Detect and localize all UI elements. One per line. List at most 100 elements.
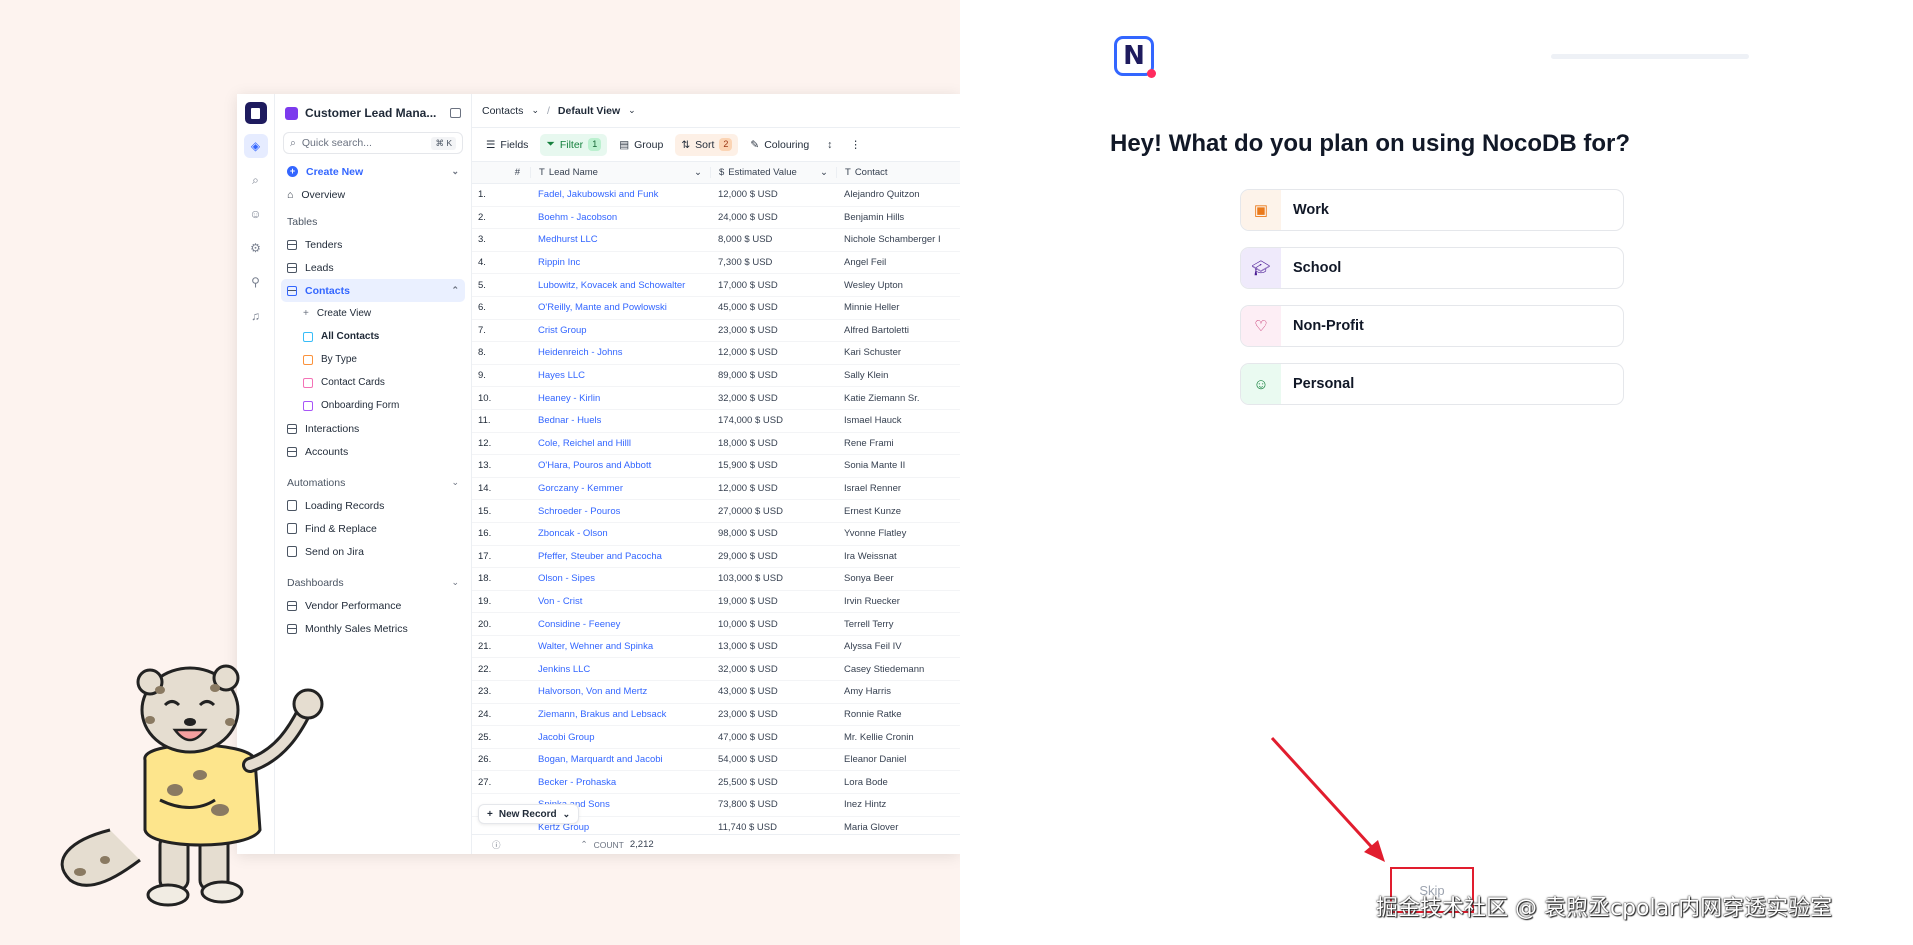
- contact-cell[interactable]: Mr. Kellie Cronin: [836, 732, 960, 743]
- lead-name-cell[interactable]: Considine - Feeney: [530, 619, 710, 630]
- group-button[interactable]: ▤ Group: [613, 134, 669, 156]
- table-row[interactable]: 13. O'Hara, Pouros and Abbott 15,900 $ USD…: [472, 455, 960, 478]
- contact-cell[interactable]: Ernest Kunze: [836, 506, 960, 517]
- contact-cell[interactable]: Irvin Ruecker: [836, 596, 960, 607]
- table-row[interactable]: 3. Medhurst LLC 8,000 $ USD Nichole Schambe…: [472, 229, 960, 252]
- contact-cell[interactable]: Wesley Upton: [836, 280, 960, 291]
- contact-cell[interactable]: Sonia Mante II: [836, 460, 960, 471]
- quick-search-input[interactable]: ⌕ Quick search... ⌘ K: [283, 132, 463, 154]
- estimated-value-cell[interactable]: 23,000 $ USD: [710, 325, 836, 336]
- chevron-down-icon[interactable]: ⌄: [563, 809, 571, 820]
- header-lead-name[interactable]: T Lead Name ⌄: [530, 167, 710, 178]
- lead-name-cell[interactable]: Fadel, Jakubowski and Funk: [530, 189, 710, 200]
- table-row[interactable]: 2. Boehm - Jacobson 24,000 $ USD Benjamin H…: [472, 207, 960, 230]
- chevron-down-icon[interactable]: ⌄: [451, 477, 459, 488]
- sidebar-item-overview[interactable]: ⌂ Overview: [281, 183, 465, 206]
- estimated-value-cell[interactable]: 73,800 $ USD: [710, 799, 836, 810]
- lead-name-cell[interactable]: Becker - Prohaska: [530, 777, 710, 788]
- members-icon[interactable]: ☺: [244, 202, 268, 226]
- view-by-type[interactable]: By Type: [281, 348, 465, 371]
- automation-send-on-jira[interactable]: Send on Jira: [281, 540, 465, 563]
- contact-cell[interactable]: Lora Bode: [836, 777, 960, 788]
- more-options-icon[interactable]: ⋮: [844, 134, 867, 156]
- new-record-button[interactable]: + New Record ⌄: [478, 804, 580, 824]
- create-new-button[interactable]: + Create New ⌄: [281, 160, 465, 183]
- contact-cell[interactable]: Sonya Beer: [836, 573, 960, 584]
- contact-cell[interactable]: Angel Feil: [836, 257, 960, 268]
- bases-icon[interactable]: ◈: [243, 134, 268, 158]
- table-row[interactable]: 24. Ziemann, Brakus and Lebsack 23,000 $ U…: [472, 704, 960, 727]
- lead-name-cell[interactable]: Walter, Wehner and Spinka: [530, 641, 710, 652]
- search-icon[interactable]: ⌕: [244, 168, 268, 192]
- estimated-value-cell[interactable]: 12,000 $ USD: [710, 483, 836, 494]
- lead-name-cell[interactable]: Heidenreich - Johns: [530, 347, 710, 358]
- sidebar-item-tenders[interactable]: Tenders: [281, 233, 465, 256]
- table-row[interactable]: 6. O'Reilly, Mante and Powlowski 45,000 $ …: [472, 297, 960, 320]
- contact-cell[interactable]: Rene Frami: [836, 438, 960, 449]
- table-row[interactable]: 18. Olson - Sipes 103,000 $ USD Sonya Beer: [472, 568, 960, 591]
- automations-section-title[interactable]: Automations ⌄: [281, 471, 465, 494]
- table-row[interactable]: 4. Rippin Inc 7,300 $ USD Angel Feil: [472, 252, 960, 275]
- contact-cell[interactable]: Alfred Bartoletti: [836, 325, 960, 336]
- contact-cell[interactable]: Ronnie Ratke: [836, 709, 960, 720]
- lead-name-cell[interactable]: Lubowitz, Kovacek and Schowalter: [530, 280, 710, 291]
- table-row[interactable]: 27. Becker - Prohaska 25,500 $ USD Lora Bod…: [472, 771, 960, 795]
- estimated-value-cell[interactable]: 12,000 $ USD: [710, 347, 836, 358]
- option-non-profit-button[interactable]: ♡ Non-Profit: [1240, 305, 1624, 347]
- view-all-contacts[interactable]: All Contacts: [281, 325, 465, 348]
- contact-cell[interactable]: Katie Ziemann Sr.: [836, 393, 960, 404]
- estimated-value-cell[interactable]: 43,000 $ USD: [710, 686, 836, 697]
- table-row[interactable]: 1. Fadel, Jakubowski and Funk 12,000 $ USD…: [472, 184, 960, 207]
- sidebar-collapse-icon[interactable]: [450, 108, 461, 118]
- estimated-value-cell[interactable]: 19,000 $ USD: [710, 596, 836, 607]
- lead-name-cell[interactable]: Boehm - Jacobson: [530, 212, 710, 223]
- view-onboarding-form[interactable]: Onboarding Form: [281, 394, 465, 417]
- lead-name-cell[interactable]: Bogan, Marquardt and Jacobi: [530, 754, 710, 765]
- contact-cell[interactable]: Nichole Schamberger I: [836, 234, 960, 245]
- lead-name-cell[interactable]: Cole, Reichel and Hilll: [530, 438, 710, 449]
- automation-find-replace[interactable]: Find & Replace: [281, 517, 465, 540]
- contact-cell[interactable]: Alyssa Feil IV: [836, 641, 960, 652]
- chevron-down-icon[interactable]: ⌄: [820, 167, 828, 178]
- dashboard-vendor-performance[interactable]: Vendor Performance: [281, 594, 465, 617]
- dashboards-section-title[interactable]: Dashboards ⌄: [281, 571, 465, 594]
- automation-loading-records[interactable]: Loading Records: [281, 494, 465, 517]
- lead-name-cell[interactable]: Ziemann, Brakus and Lebsack: [530, 709, 710, 720]
- contact-cell[interactable]: Alejandro Quitzon: [836, 189, 960, 200]
- table-row[interactable]: 10. Heaney - Kirlin 32,000 $ USD Katie Ziem…: [472, 387, 960, 410]
- estimated-value-cell[interactable]: 24,000 $ USD: [710, 212, 836, 223]
- contact-cell[interactable]: Minnie Heller: [836, 302, 960, 313]
- filter-button[interactable]: ⏷ Filter 1: [540, 133, 608, 156]
- lead-name-cell[interactable]: Zboncak - Olson: [530, 528, 710, 539]
- estimated-value-cell[interactable]: 23,000 $ USD: [710, 709, 836, 720]
- table-row[interactable]: 15. Schroeder - Pouros 27,0000 $ USD Ernest…: [472, 500, 960, 523]
- lead-name-cell[interactable]: O'Hara, Pouros and Abbott: [530, 460, 710, 471]
- chevron-down-icon[interactable]: ⌄: [451, 166, 459, 177]
- lead-name-cell[interactable]: Medhurst LLC: [530, 234, 710, 245]
- lead-name-cell[interactable]: Pfeffer, Steuber and Pacocha: [530, 551, 710, 562]
- notification-bell-icon[interactable]: ♫: [244, 304, 268, 328]
- table-row[interactable]: 22. Jenkins LLC 32,000 $ USD Casey Stiedema…: [472, 658, 960, 682]
- contact-cell[interactable]: Maria Glover: [836, 822, 960, 833]
- colouring-button[interactable]: ✎ Colouring: [744, 134, 815, 156]
- estimated-value-cell[interactable]: 174,000 $ USD: [710, 415, 836, 426]
- contact-cell[interactable]: Amy Harris: [836, 686, 960, 697]
- contact-cell[interactable]: Israel Renner: [836, 483, 960, 494]
- contact-cell[interactable]: Eleanor Daniel: [836, 754, 960, 765]
- sidebar-item-leads[interactable]: Leads: [281, 256, 465, 279]
- estimated-value-cell[interactable]: 54,000 $ USD: [710, 754, 836, 765]
- breadcrumb-view[interactable]: Default View: [558, 105, 620, 117]
- lead-name-cell[interactable]: Hayes LLC: [530, 370, 710, 381]
- contact-cell[interactable]: Yvonne Flatley: [836, 528, 960, 539]
- option-work-button[interactable]: ▣ Work: [1240, 189, 1624, 231]
- lead-name-cell[interactable]: Heaney - Kirlin: [530, 393, 710, 404]
- table-row[interactable]: 11. Bednar - Huels 174,000 $ USD Ismael Hau…: [472, 410, 960, 433]
- estimated-value-cell[interactable]: 29,000 $ USD: [710, 551, 836, 562]
- estimated-value-cell[interactable]: 18,000 $ USD: [710, 438, 836, 449]
- lead-name-cell[interactable]: O'Reilly, Mante and Powlowski: [530, 302, 710, 313]
- estimated-value-cell[interactable]: 13,000 $ USD: [710, 641, 836, 652]
- chevron-up-icon[interactable]: ⌃: [581, 839, 588, 850]
- table-row[interactable]: 9. Hayes LLC 89,000 $ USD Sally Klein: [472, 365, 960, 388]
- estimated-value-cell[interactable]: 11,740 $ USD: [710, 822, 836, 833]
- table-row[interactable]: 17. Pfeffer, Steuber and Pacocha 29,000 $ …: [472, 546, 960, 569]
